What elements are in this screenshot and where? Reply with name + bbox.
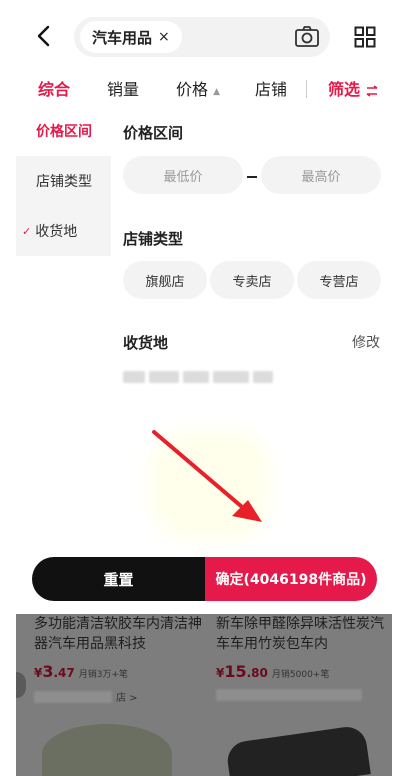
search-tag-label: 汽车用品 xyxy=(92,28,153,47)
sidebar-item-label: 店铺类型 xyxy=(36,174,92,190)
product-card[interactable]: 多功能清洁软胶车内清洁神器汽车用品黑科技 ¥3.47 月销3万+笔 店 > xyxy=(34,614,210,704)
chevron-left-icon xyxy=(37,25,50,47)
tab-label: 筛选 xyxy=(328,80,361,99)
grid-view-icon[interactable] xyxy=(354,26,376,48)
arrow-icon xyxy=(152,430,262,522)
sort-tabs: 综合 销量 价格 ▲ 店铺 筛选 xyxy=(0,70,416,106)
top-bar: 汽车用品 × xyxy=(0,0,416,70)
filter-icon xyxy=(366,84,378,97)
camera-icon[interactable] xyxy=(294,25,320,49)
address-blurred xyxy=(123,368,283,386)
price-integer: 3 xyxy=(42,662,54,681)
tab-divider xyxy=(306,80,307,98)
shop-name-blurred xyxy=(216,689,362,701)
sidebar-item-ship-from[interactable]: ✓ 收货地 xyxy=(16,206,111,256)
shop-row[interactable]: 店 > xyxy=(34,689,210,704)
product-image[interactable] xyxy=(42,724,172,776)
max-price-input[interactable]: 最高价 xyxy=(261,156,381,194)
price-decimal: .80 xyxy=(246,666,268,680)
product-price-row: ¥15.80 月销5000+笔 xyxy=(216,662,392,681)
filter-action-bar: 重置 确定(4046198件商品) xyxy=(32,557,377,601)
check-icon: ✓ xyxy=(22,224,32,238)
tab-shop[interactable]: 店铺 xyxy=(255,76,287,100)
shop-type-franchise[interactable]: 专营店 xyxy=(297,261,381,299)
min-price-input[interactable]: 最低价 xyxy=(123,156,243,194)
confirm-button[interactable]: 确定(4046198件商品) xyxy=(205,557,377,601)
modify-link[interactable]: 修改 xyxy=(352,332,380,352)
sidebar-item-label: 收货地 xyxy=(35,224,78,240)
filter-sidebar: 价格区间 店铺类型 ✓ 收货地 xyxy=(16,106,111,256)
range-dash xyxy=(247,176,257,178)
tab-filter[interactable]: 筛选 xyxy=(328,76,378,100)
shop-suffix: 店 > xyxy=(116,693,138,704)
search-tag[interactable]: 汽车用品 × xyxy=(80,21,182,53)
product-sales: 月销3万+笔 xyxy=(78,670,129,680)
sidebar-item-price-range[interactable]: 价格区间 xyxy=(16,106,111,156)
shop-type-flagship[interactable]: 旗舰店 xyxy=(123,261,207,299)
price-decimal: .47 xyxy=(53,666,75,680)
tab-label: 价格 xyxy=(176,80,209,99)
reset-button[interactable]: 重置 xyxy=(32,557,205,601)
shop-type-exclusive[interactable]: 专卖店 xyxy=(210,261,294,299)
product-price: ¥15.80 xyxy=(216,662,268,681)
product-sales: 月销5000+笔 xyxy=(271,670,330,680)
back-button[interactable] xyxy=(30,22,58,50)
product-price-row: ¥3.47 月销3万+笔 xyxy=(34,662,210,681)
product-image[interactable] xyxy=(225,724,371,776)
sort-arrows-icon: ▲ xyxy=(213,87,221,97)
product-list-dimmed: 多功能清洁软胶车内清洁神器汽车用品黑科技 ¥3.47 月销3万+笔 店 > 新车… xyxy=(16,614,392,776)
tab-comprehensive[interactable]: 综合 xyxy=(38,76,70,100)
sidebar-item-shop-type[interactable]: 店铺类型 xyxy=(16,156,111,206)
product-title: 多功能清洁软胶车内清洁神器汽车用品黑科技 xyxy=(34,616,202,652)
product-price: ¥3.47 xyxy=(34,662,75,681)
tab-sales[interactable]: 销量 xyxy=(107,76,139,100)
price-range-title: 价格区间 xyxy=(123,124,184,142)
close-icon[interactable]: × xyxy=(158,29,170,45)
sidebar-item-label: 价格区间 xyxy=(36,124,92,140)
product-title: 新车除甲醛除异味活性炭汽车车用竹炭包车内 xyxy=(216,616,384,652)
price-integer: 15 xyxy=(224,662,247,681)
product-card[interactable]: 新车除甲醛除异味活性炭汽车车用竹炭包车内 ¥15.80 月销5000+笔 xyxy=(216,614,392,701)
ship-from-title: 收货地 xyxy=(123,334,169,352)
tab-label: 综合 xyxy=(38,80,71,99)
tab-label: 店铺 xyxy=(255,80,288,99)
shop-row[interactable] xyxy=(216,689,392,701)
tab-label: 销量 xyxy=(107,80,140,99)
tab-price[interactable]: 价格 ▲ xyxy=(176,76,220,100)
shop-name-blurred xyxy=(34,690,112,703)
shop-type-title: 店铺类型 xyxy=(123,230,184,248)
